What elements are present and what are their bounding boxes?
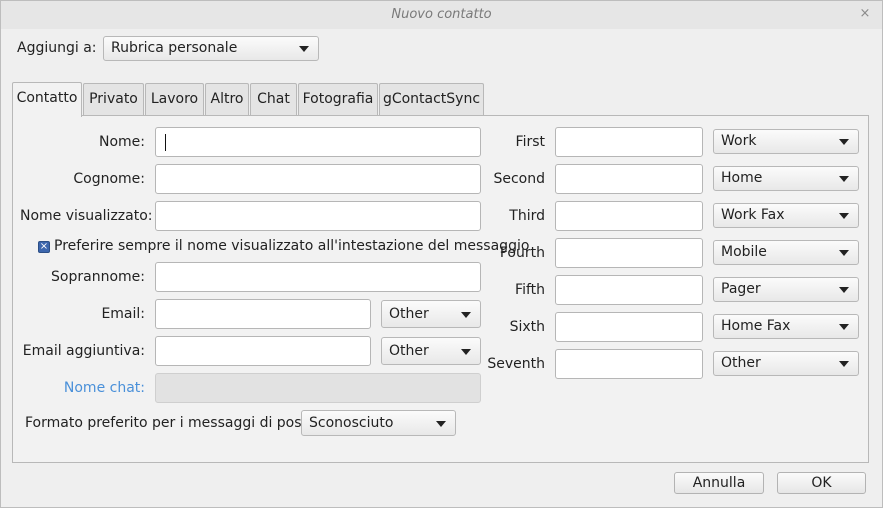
tab-altro[interactable]: Altro	[205, 83, 249, 116]
last-name-field[interactable]	[155, 164, 481, 194]
email2-type-select[interactable]: Other	[381, 337, 481, 365]
email2-type-value: Other	[389, 343, 429, 359]
chat-name-label: Nome chat:	[63, 380, 145, 396]
phone-label-third: Third	[509, 208, 545, 224]
display-name-label: Nome visualizzato:	[20, 208, 153, 224]
window-title: Nuovo contatto	[391, 7, 492, 22]
phone-type-value-first: Work	[721, 133, 757, 149]
phone-type-select-first[interactable]: Work	[713, 129, 859, 154]
chevron-down-icon	[839, 287, 849, 293]
chat-name-field	[155, 373, 481, 403]
phone-type-value-fifth: Pager	[721, 281, 761, 297]
email-type-value: Other	[389, 306, 429, 322]
close-icon[interactable]: ×	[856, 5, 874, 23]
phone-field-fourth[interactable]	[555, 238, 703, 268]
phone-field-fifth[interactable]	[555, 275, 703, 305]
phone-field-first[interactable]	[555, 127, 703, 157]
tab-privato[interactable]: Privato	[83, 83, 144, 116]
last-name-label: Cognome:	[73, 171, 145, 187]
mail-format-label: Formato preferito per i messaggi di post…	[25, 415, 321, 431]
phone-type-value-third: Work Fax	[721, 207, 785, 223]
chevron-down-icon	[436, 421, 446, 427]
addressbook-select[interactable]: Rubrica personale	[103, 36, 319, 61]
phone-type-value-second: Home	[721, 170, 763, 186]
phone-type-value-fourth: Mobile	[721, 244, 767, 260]
email-field[interactable]	[155, 299, 371, 329]
nickname-label: Soprannome:	[51, 269, 145, 285]
chevron-down-icon	[839, 324, 849, 330]
first-name-label: Nome:	[98, 134, 145, 150]
phone-field-sixth[interactable]	[555, 312, 703, 342]
email-label: Email:	[101, 306, 145, 322]
tab-chat[interactable]: Chat	[250, 83, 297, 116]
phone-type-value-sixth: Home Fax	[721, 318, 791, 334]
nickname-field[interactable]	[155, 262, 481, 292]
phone-field-second[interactable]	[555, 164, 703, 194]
tab-contatto[interactable]: Contatto	[12, 82, 82, 117]
email2-field[interactable]	[155, 336, 371, 366]
phone-label-sixth: Sixth	[509, 319, 545, 335]
mail-format-select[interactable]: Sconosciuto	[301, 410, 456, 436]
chevron-down-icon	[461, 312, 471, 318]
phone-type-select-seventh[interactable]: Other	[713, 351, 859, 376]
phone-label-fifth: Fifth	[515, 282, 545, 298]
chevron-down-icon	[839, 361, 849, 367]
phone-type-value-seventh: Other	[721, 355, 761, 371]
text-cursor	[165, 134, 166, 151]
chevron-down-icon	[839, 176, 849, 182]
email-type-select[interactable]: Other	[381, 300, 481, 328]
phone-type-select-fifth[interactable]: Pager	[713, 277, 859, 302]
phone-label-seventh: Seventh	[487, 356, 545, 372]
chevron-down-icon	[839, 250, 849, 256]
prefer-display-label: Preferire sempre il nome visualizzato al…	[54, 238, 530, 254]
phone-field-seventh[interactable]	[555, 349, 703, 379]
first-name-field[interactable]	[155, 127, 481, 157]
phone-label-second: Second	[493, 171, 545, 187]
phone-label-fourth: Fourth	[499, 245, 545, 261]
chevron-down-icon	[461, 349, 471, 355]
tab-fotografia[interactable]: Fotografia	[298, 83, 378, 116]
chevron-down-icon	[839, 139, 849, 145]
tab-lavoro[interactable]: Lavoro	[145, 83, 204, 116]
addressbook-select-value: Rubrica personale	[111, 40, 238, 56]
phone-label-first: First	[515, 134, 545, 150]
display-name-field[interactable]	[155, 201, 481, 231]
cancel-button[interactable]: Annulla	[674, 472, 764, 494]
phone-type-select-sixth[interactable]: Home Fax	[713, 314, 859, 339]
chevron-down-icon	[299, 46, 309, 52]
add-to-label: Aggiungi a:	[17, 40, 97, 56]
mail-format-value: Sconosciuto	[309, 415, 394, 431]
chevron-down-icon	[839, 213, 849, 219]
phone-type-select-third[interactable]: Work Fax	[713, 203, 859, 228]
phone-type-select-second[interactable]: Home	[713, 166, 859, 191]
ok-button[interactable]: OK	[777, 472, 866, 494]
phone-type-select-fourth[interactable]: Mobile	[713, 240, 859, 265]
phone-field-third[interactable]	[555, 201, 703, 231]
email2-label: Email aggiuntiva:	[22, 343, 145, 359]
prefer-display-checkbox[interactable]: ×	[38, 241, 50, 253]
tab-gcontactsync[interactable]: gContactSync	[379, 83, 484, 116]
